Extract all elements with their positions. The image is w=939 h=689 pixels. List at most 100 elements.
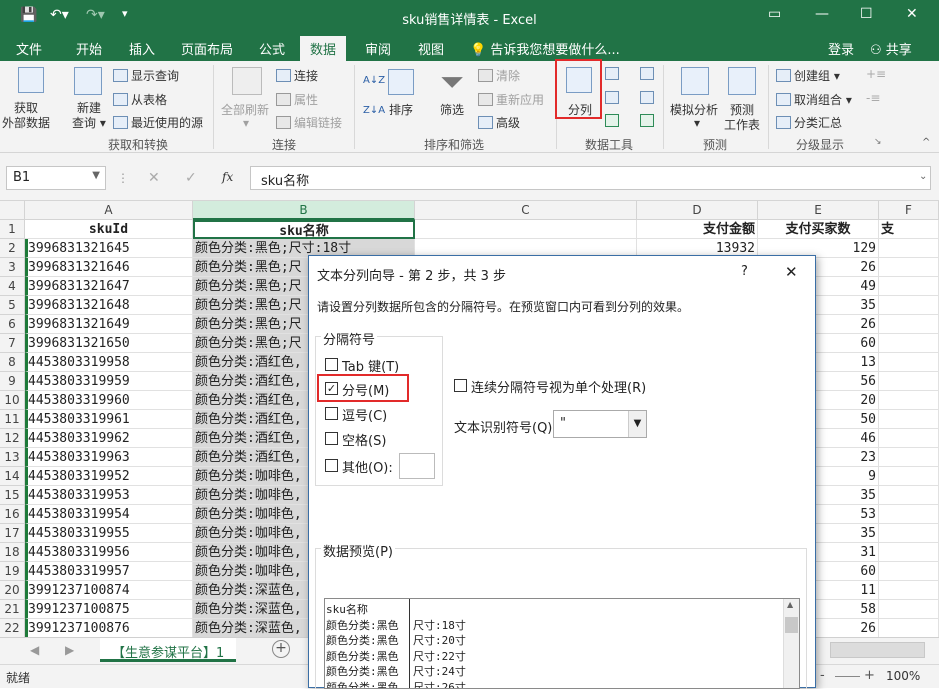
column-header-b[interactable]: B	[193, 201, 415, 220]
reapply-button[interactable]: 重新应用	[478, 91, 544, 108]
manage-data-model-icon[interactable]	[640, 114, 657, 128]
row-header[interactable]: 1	[0, 220, 25, 239]
row-header[interactable]: 8	[0, 353, 25, 372]
tell-me-box[interactable]: 💡 告诉我您想要做什么...	[470, 39, 620, 58]
maximize-icon[interactable]: ☐	[860, 6, 873, 22]
row-header[interactable]: 11	[0, 410, 25, 429]
row-header[interactable]: 22	[0, 619, 25, 637]
table-cell[interactable]: 3991237100875	[25, 600, 193, 619]
table-cell[interactable]: 3996831321649	[25, 315, 193, 334]
cell-a1[interactable]: skuId	[25, 220, 193, 239]
add-sheet-button[interactable]: +	[272, 640, 290, 658]
preview-scrollbar[interactable]: ▲	[783, 599, 799, 689]
ribbon-display-icon[interactable]: ▭	[768, 6, 781, 22]
flash-fill-icon[interactable]	[605, 67, 622, 81]
table-cell[interactable]	[879, 429, 939, 448]
expand-formula-icon[interactable]: ⌄	[919, 171, 927, 182]
help-icon[interactable]: ?	[741, 264, 748, 279]
other-checkbox[interactable]	[325, 459, 338, 472]
table-cell[interactable]	[879, 448, 939, 467]
row-header[interactable]: 4	[0, 277, 25, 296]
table-cell[interactable]: 4453803319957	[25, 562, 193, 581]
collapse-ribbon-icon[interactable]: ^	[922, 137, 930, 148]
edit-links-button[interactable]: 编辑链接	[276, 114, 342, 131]
row-header[interactable]: 10	[0, 391, 25, 410]
group-button[interactable]: 创建组 ▾	[776, 67, 840, 84]
table-cell[interactable]: 3996831321646	[25, 258, 193, 277]
column-header-c[interactable]: C	[415, 201, 637, 220]
table-cell[interactable]	[879, 239, 939, 258]
consecutive-label[interactable]: 连续分隔符号视为单个处理(R)	[471, 377, 646, 396]
cell-d1[interactable]: 支付金额	[637, 220, 758, 239]
minimize-icon[interactable]: —	[815, 6, 829, 22]
table-cell[interactable]	[879, 600, 939, 619]
tab-checkbox[interactable]	[325, 358, 338, 371]
table-cell[interactable]	[879, 581, 939, 600]
table-cell[interactable]: 4453803319960	[25, 391, 193, 410]
connections-button[interactable]: 连接	[276, 67, 318, 84]
column-header-f[interactable]: F	[879, 201, 939, 220]
tab-home[interactable]: 开始	[76, 39, 102, 58]
table-cell[interactable]: 3996831321647	[25, 277, 193, 296]
table-cell[interactable]: 4453803319953	[25, 486, 193, 505]
table-cell[interactable]: 4453803319954	[25, 505, 193, 524]
scroll-thumb[interactable]	[785, 617, 798, 633]
formula-input[interactable]: sku名称	[250, 166, 931, 190]
cancel-icon[interactable]: ✕	[148, 170, 160, 186]
row-header[interactable]: 19	[0, 562, 25, 581]
sort-za-icon[interactable]: Z↓A	[363, 105, 385, 116]
tab-insert[interactable]: 插入	[129, 39, 155, 58]
space-label[interactable]: 空格(S)	[342, 430, 386, 449]
table-cell[interactable]	[879, 467, 939, 486]
zoom-out-button[interactable]: -	[820, 668, 825, 683]
table-cell[interactable]: 4453803319959	[25, 372, 193, 391]
recent-sources-button[interactable]: 最近使用的源	[113, 114, 203, 131]
consecutive-checkbox[interactable]	[454, 379, 467, 392]
refresh-dropdown-icon[interactable]: ▾	[243, 116, 249, 130]
forecast-sheet-label[interactable]: 工作表	[724, 116, 760, 133]
insert-function-icon[interactable]: fx	[222, 170, 233, 184]
horizontal-scrollbar[interactable]	[830, 642, 925, 658]
column-header-a[interactable]: A	[25, 201, 193, 220]
table-cell[interactable]	[879, 619, 939, 637]
hide-detail-icon[interactable]: -≡	[866, 91, 880, 105]
zoom-in-button[interactable]: +	[864, 668, 875, 683]
table-cell[interactable]	[879, 258, 939, 277]
data-preview[interactable]: ▲ sku名称颜色分类:黑色尺寸:18寸颜色分类:黑色尺寸:20寸颜色分类:黑色…	[324, 598, 800, 689]
table-cell[interactable]: 3996831321645	[25, 239, 193, 258]
row-header[interactable]: 21	[0, 600, 25, 619]
row-header[interactable]: 5	[0, 296, 25, 315]
table-cell[interactable]: 4453803319962	[25, 429, 193, 448]
table-cell[interactable]	[879, 562, 939, 581]
table-cell[interactable]	[879, 505, 939, 524]
row-header[interactable]: 7	[0, 334, 25, 353]
properties-button[interactable]: 属性	[276, 91, 318, 108]
table-cell[interactable]: 3996831321648	[25, 296, 193, 315]
name-box[interactable]: B1▼	[6, 166, 106, 190]
table-cell[interactable]	[879, 334, 939, 353]
row-header[interactable]: 20	[0, 581, 25, 600]
table-cell[interactable]: 4453803319956	[25, 543, 193, 562]
get-external-data-label[interactable]: 外部数据	[2, 114, 50, 131]
table-cell[interactable]	[879, 486, 939, 505]
comma-checkbox[interactable]	[325, 407, 338, 420]
row-header[interactable]: 15	[0, 486, 25, 505]
data-validation-icon[interactable]	[605, 114, 622, 128]
other-delimiter-input[interactable]	[399, 453, 435, 479]
row-header[interactable]: 9	[0, 372, 25, 391]
dialog-close-icon[interactable]: ✕	[785, 263, 798, 281]
tab-label[interactable]: Tab 键(T)	[342, 356, 399, 375]
table-cell[interactable]	[879, 277, 939, 296]
consolidate-icon[interactable]	[640, 67, 657, 81]
table-cell[interactable]: 4453803319955	[25, 524, 193, 543]
zoom-level[interactable]: 100%	[886, 669, 920, 683]
row-header[interactable]: 18	[0, 543, 25, 562]
table-cell[interactable]: 3991237100874	[25, 581, 193, 600]
remove-duplicates-icon[interactable]	[605, 91, 622, 105]
table-cell[interactable]	[879, 372, 939, 391]
column-header-d[interactable]: D	[637, 201, 758, 220]
tab-data[interactable]: 数据	[300, 36, 346, 61]
row-header[interactable]: 2	[0, 239, 25, 258]
space-checkbox[interactable]	[325, 432, 338, 445]
sheet-nav-prev-icon[interactable]: ◀	[30, 643, 39, 657]
